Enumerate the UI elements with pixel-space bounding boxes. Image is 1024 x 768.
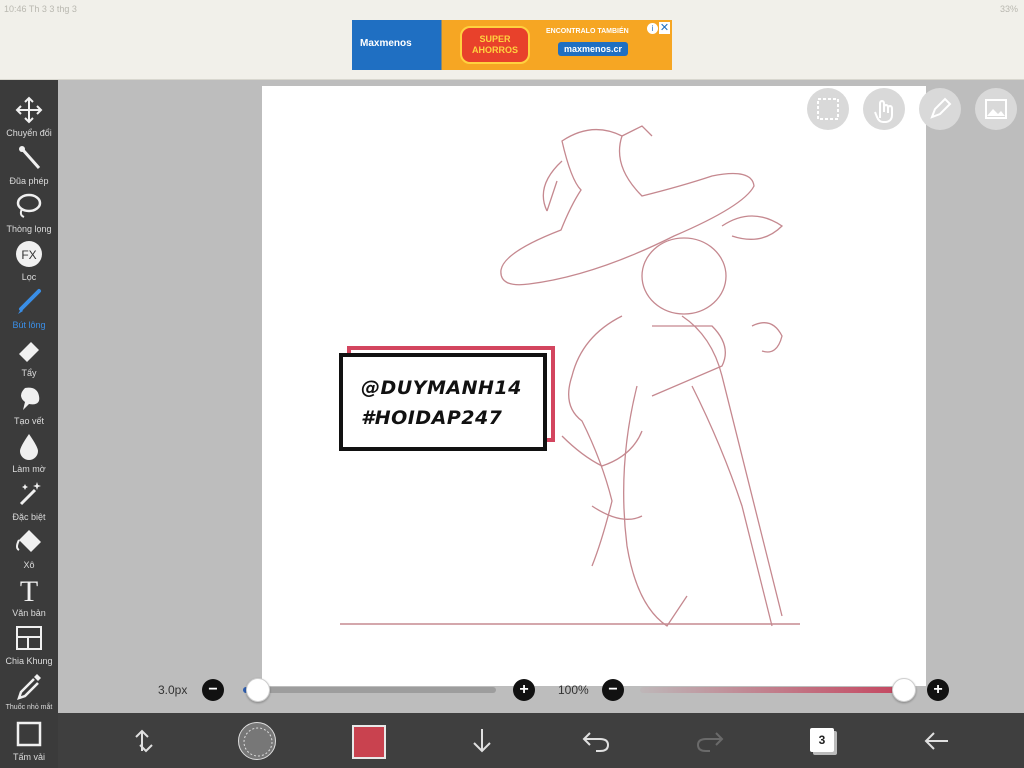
brush-size-value: 3.0px: [158, 683, 188, 697]
frame-divider-icon: [16, 626, 42, 650]
tool-label: Làm mờ: [12, 464, 46, 474]
tool-label: Đũa phép: [9, 176, 49, 186]
size-decrease-button[interactable]: −: [202, 679, 224, 701]
tool-label: Chia Khung: [5, 656, 53, 666]
ad-area: Maxmenos SUPER AHORROS ENCONTRALO TAMBIÉ…: [0, 18, 1024, 80]
download-icon: [473, 729, 491, 753]
tool-eyedropper[interactable]: Thuốc nhỏ mắt: [0, 666, 58, 714]
size-increase-button[interactable]: +: [513, 679, 535, 701]
undo-button[interactable]: [578, 723, 614, 759]
image-icon: [985, 99, 1007, 119]
tool-label: Lọc: [21, 272, 37, 282]
svg-text:T: T: [20, 576, 38, 604]
tool-text[interactable]: T Văn bản: [0, 570, 58, 618]
tool-canvas[interactable]: Tấm vải: [0, 714, 58, 762]
move-arrows-icon: [15, 96, 43, 124]
fx-filter-icon: FX: [16, 241, 42, 267]
smudge-icon: [21, 387, 40, 410]
tool-frame-divider[interactable]: Chia Khung: [0, 618, 58, 666]
brush-preview-button[interactable]: [238, 722, 276, 760]
tool-transform[interactable]: Chuyển đổi: [0, 90, 58, 138]
bottom-toolbar: [58, 713, 1024, 768]
image-button[interactable]: [975, 88, 1017, 130]
tool-eraser[interactable]: Tẩy: [0, 330, 58, 378]
ad-banner[interactable]: Maxmenos SUPER AHORROS ENCONTRALO TAMBIÉ…: [352, 20, 672, 70]
tool-bucket[interactable]: Xô: [0, 522, 58, 570]
ad-tagline: ENCONTRALO TAMBIÉN: [546, 28, 629, 35]
redo-button[interactable]: [692, 723, 728, 759]
undo-icon: [582, 732, 610, 752]
download-button[interactable]: [464, 723, 500, 759]
selection-button[interactable]: [807, 88, 849, 130]
blur-drop-icon: [20, 434, 38, 460]
special-wand-icon: [19, 482, 41, 506]
tool-label: Văn bản: [12, 608, 46, 618]
opacity-increase-button[interactable]: +: [927, 679, 949, 701]
tool-label: Tấm vải: [12, 752, 45, 762]
watermark-box: @DUYMANH14 #HOIDAP247: [339, 353, 547, 451]
ad-promo: SUPER AHORROS: [460, 26, 530, 64]
tool-label: Tạo vết: [13, 416, 44, 426]
bucket-icon: [16, 530, 41, 552]
back-button[interactable]: [918, 723, 954, 759]
tool-brush[interactable]: Bút lông: [0, 282, 58, 330]
brush-icon: [18, 289, 41, 314]
canvas-icon: [16, 721, 42, 747]
opacity-slider[interactable]: [640, 687, 904, 693]
tool-special[interactable]: Đặc biệt: [0, 474, 58, 522]
tool-sidebar: Chuyển đổi Đũa phép Thòng lọng FX Lọc Bú…: [0, 80, 58, 768]
tool-label: Xô: [23, 560, 35, 570]
text-icon: T: [20, 576, 38, 604]
layers-button[interactable]: 3: [810, 728, 834, 752]
brush-size-handle[interactable]: [246, 678, 271, 702]
redo-icon: [696, 732, 724, 752]
tool-magic-wand[interactable]: Đũa phép: [0, 138, 58, 186]
tool-label: Chuyển đổi: [6, 128, 52, 138]
brush-preview-icon: [243, 727, 273, 757]
brush-size-slider[interactable]: [243, 687, 496, 693]
tool-lasso[interactable]: Thòng lọng: [0, 186, 58, 234]
hand-icon: [874, 99, 893, 123]
back-icon: [924, 732, 948, 750]
ad-site: maxmenos.cr: [558, 42, 629, 56]
eraser-icon: [19, 342, 39, 362]
color-swatch-button[interactable]: [352, 725, 386, 759]
hand-button[interactable]: [863, 88, 905, 130]
magic-wand-icon: [19, 146, 41, 169]
tool-filter[interactable]: FX Lọc: [0, 234, 58, 282]
tool-smudge[interactable]: Tạo vết: [0, 378, 58, 426]
info-icon[interactable]: i: [647, 23, 658, 34]
svg-text:FX: FX: [21, 248, 36, 262]
tool-label: Thòng lọng: [6, 224, 52, 234]
transform-icon: [135, 729, 153, 753]
opacity-handle[interactable]: [892, 678, 916, 702]
opacity-decrease-button[interactable]: −: [602, 679, 624, 701]
pencil-icon: [930, 97, 952, 119]
selection-icon: [817, 98, 839, 120]
eyedropper-icon: [17, 674, 41, 700]
pencil-button[interactable]: [919, 88, 961, 130]
status-time: 10:46 Th 3 3 thg 3: [4, 4, 77, 14]
opacity-value: 100%: [558, 683, 589, 697]
watermark-line-1: @DUYMANH14: [361, 377, 522, 399]
watermark-line-2: #HOIDAP247: [361, 407, 503, 429]
tool-label: Đặc biệt: [12, 512, 46, 522]
close-icon[interactable]: ✕: [659, 22, 670, 34]
status-bar: 10:46 Th 3 3 thg 3 33%: [0, 0, 1024, 18]
ad-brand: Maxmenos: [360, 38, 412, 49]
tool-label: Bút lông: [12, 320, 46, 330]
transform-button[interactable]: [126, 723, 162, 759]
tool-label: Tẩy: [21, 368, 37, 378]
tool-label: Thuốc nhỏ mắt: [5, 704, 53, 711]
battery-status: 33%: [999, 4, 1018, 14]
lasso-icon: [16, 193, 42, 218]
tool-blur[interactable]: Làm mờ: [0, 426, 58, 474]
